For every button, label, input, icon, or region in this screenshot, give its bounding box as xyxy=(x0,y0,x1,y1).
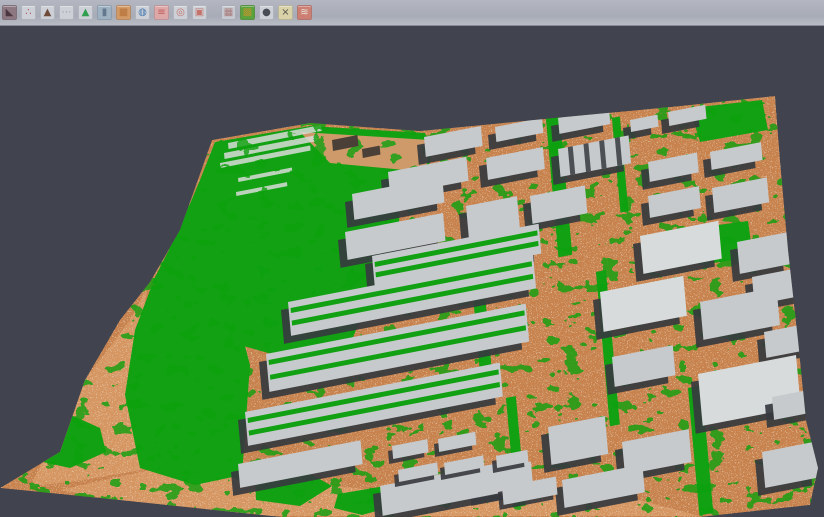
open-file-icon[interactable]: ◣ xyxy=(2,5,17,20)
flag-icon[interactable]: ≋ xyxy=(297,5,312,20)
globe-icon[interactable]: ◍ xyxy=(135,5,150,20)
measure-icon[interactable]: × xyxy=(278,5,293,20)
point-cloud-canvas[interactable] xyxy=(0,26,824,517)
profile-icon[interactable]: ▮ xyxy=(97,5,112,20)
circle-select-icon[interactable]: ◎ xyxy=(173,5,188,20)
classification-map-icon[interactable]: ▩ xyxy=(240,5,255,20)
layers-icon[interactable]: ≡ xyxy=(154,5,169,20)
toolbar-separator xyxy=(211,5,217,20)
terrain-icon[interactable]: ▲ xyxy=(40,5,55,20)
vegetation-class-icon[interactable]: ▲ xyxy=(78,5,93,20)
viewport-3d[interactable] xyxy=(0,26,824,517)
ground-class-icon[interactable]: ■ xyxy=(116,5,131,20)
extent-icon[interactable]: ▣ xyxy=(192,5,207,20)
raster-icon[interactable]: ▦ xyxy=(221,5,236,20)
sparse-points-icon[interactable]: ⋯ xyxy=(59,5,74,20)
toolbar: ◣ ∴ ▲ ⋯ ▲ ▮ ■ ◍ ≡ ◎ ▣ ▦ ▩ ● × ≋ xyxy=(0,0,824,26)
sphere-icon[interactable]: ● xyxy=(259,5,274,20)
point-picking-icon[interactable]: ∴ xyxy=(21,5,36,20)
